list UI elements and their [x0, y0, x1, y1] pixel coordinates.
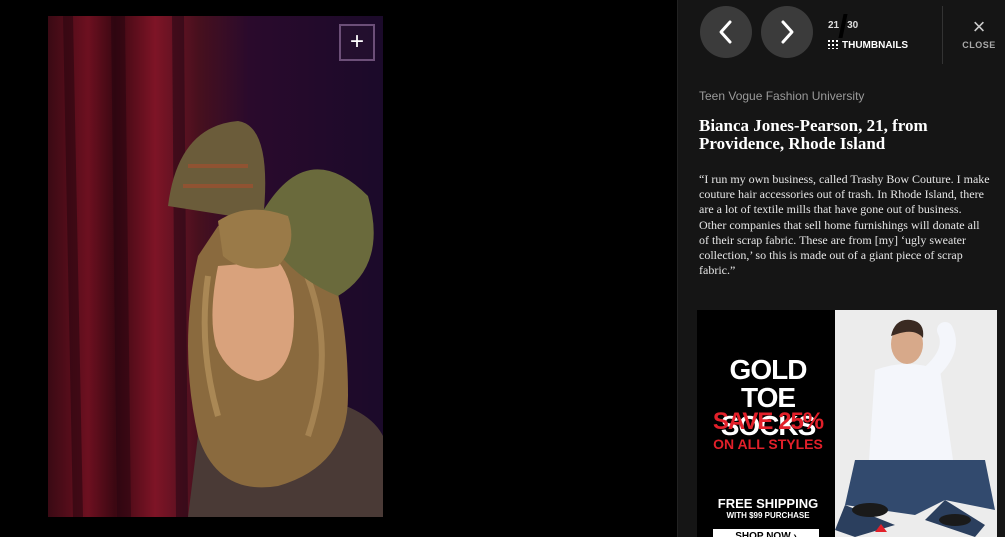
- grid-icon: [828, 40, 838, 49]
- photo-stage: +: [0, 0, 677, 537]
- ad-discount: SAVE 25%: [712, 408, 824, 435]
- header-divider: [942, 6, 943, 64]
- photo-illustration: [63, 16, 383, 517]
- thumbnails-label: THUMBNAILS: [842, 40, 909, 51]
- ad-model-image: [835, 310, 997, 537]
- caption-panel: 21 30 THUMBNAILS × CLOSE Teen Vogue Fashi…: [677, 0, 1005, 537]
- ad-copy: GOLD TOE SOCKS SAVE 25% ON ALL STYLES FR…: [697, 310, 835, 537]
- close-button[interactable]: × CLOSE: [954, 14, 1004, 51]
- ad-shop-now-button[interactable]: SHOP NOW ›: [713, 529, 819, 537]
- plus-icon: +: [349, 28, 364, 55]
- current-slide: 21: [828, 20, 840, 31]
- model-illustration: [835, 310, 997, 537]
- ad-shipping: FREE SHIPPING: [717, 496, 819, 511]
- chevron-left-icon: [719, 20, 732, 44]
- ad-shipping-note: WITH $99 PURCHASE: [726, 511, 810, 520]
- gallery-photo[interactable]: [48, 16, 383, 517]
- thumbnails-button[interactable]: THUMBNAILS: [828, 40, 908, 51]
- close-icon: ×: [972, 14, 986, 39]
- caption-title: Bianca Jones-Pearson, 21, from Providenc…: [699, 116, 928, 153]
- advertisement[interactable]: GOLD TOE SOCKS SAVE 25% ON ALL STYLES FR…: [697, 310, 997, 537]
- caption-body: “I run my own business, called Trashy Bo…: [699, 172, 990, 278]
- close-label: CLOSE: [962, 40, 996, 50]
- previous-button[interactable]: [700, 6, 752, 58]
- section-label: Teen Vogue Fashion University: [699, 89, 865, 103]
- chevron-right-icon: [781, 20, 794, 44]
- next-button[interactable]: [761, 6, 813, 58]
- zoom-in-button[interactable]: +: [339, 24, 375, 61]
- total-slides: 30: [847, 20, 859, 31]
- slide-counter: 21 30: [828, 14, 858, 38]
- ad-subheadline: ON ALL STYLES: [713, 436, 823, 452]
